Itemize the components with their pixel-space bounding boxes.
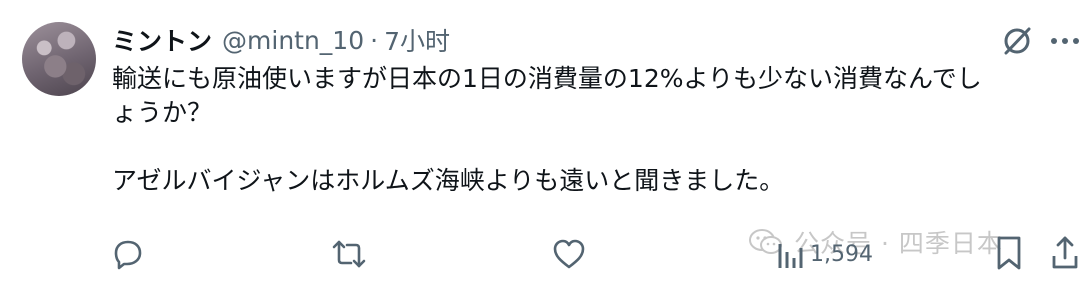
retweet-button[interactable] [330, 236, 368, 272]
grok-icon[interactable] [1000, 24, 1034, 58]
author-handle[interactable]: @mintn_10 [222, 26, 364, 55]
views-icon [778, 244, 803, 268]
bookmark-button[interactable] [994, 234, 1024, 272]
bookmark-icon [997, 236, 1021, 270]
separator-dot: · [370, 25, 379, 55]
more-icon[interactable] [1048, 28, 1080, 54]
author-name[interactable]: ミントン [112, 22, 212, 58]
reply-button[interactable] [110, 236, 146, 272]
retweet-icon [332, 240, 366, 268]
share-button[interactable] [1050, 234, 1080, 272]
avatar[interactable] [22, 22, 96, 96]
heart-icon [553, 239, 585, 269]
views-count: 1,594 [810, 241, 873, 267]
timestamp[interactable]: 7小时 [384, 22, 450, 58]
views-button[interactable]: 1,594 [776, 236, 873, 272]
tweet-text-line: 輸送にも原油使いますが日本の1日の消費量の12%よりも少ない消費なんでし [112, 64, 982, 93]
like-button[interactable] [551, 236, 587, 272]
tweet-text-line: アゼルバイジャンはホルムズ海峡よりも遠いと聞きました。 [112, 166, 785, 195]
tweet-header: ミントン @mintn_10 · 7小时 [112, 22, 1080, 58]
tweet-text: 輸送にも原油使いますが日本の1日の消費量の12%よりも少ない消費なんでし ょうか… [112, 62, 1072, 198]
action-bar: 1,594 [0, 232, 1080, 276]
tweet-text-line: ょうか？ [112, 98, 213, 127]
reply-icon [114, 240, 142, 270]
share-icon [1052, 236, 1078, 269]
